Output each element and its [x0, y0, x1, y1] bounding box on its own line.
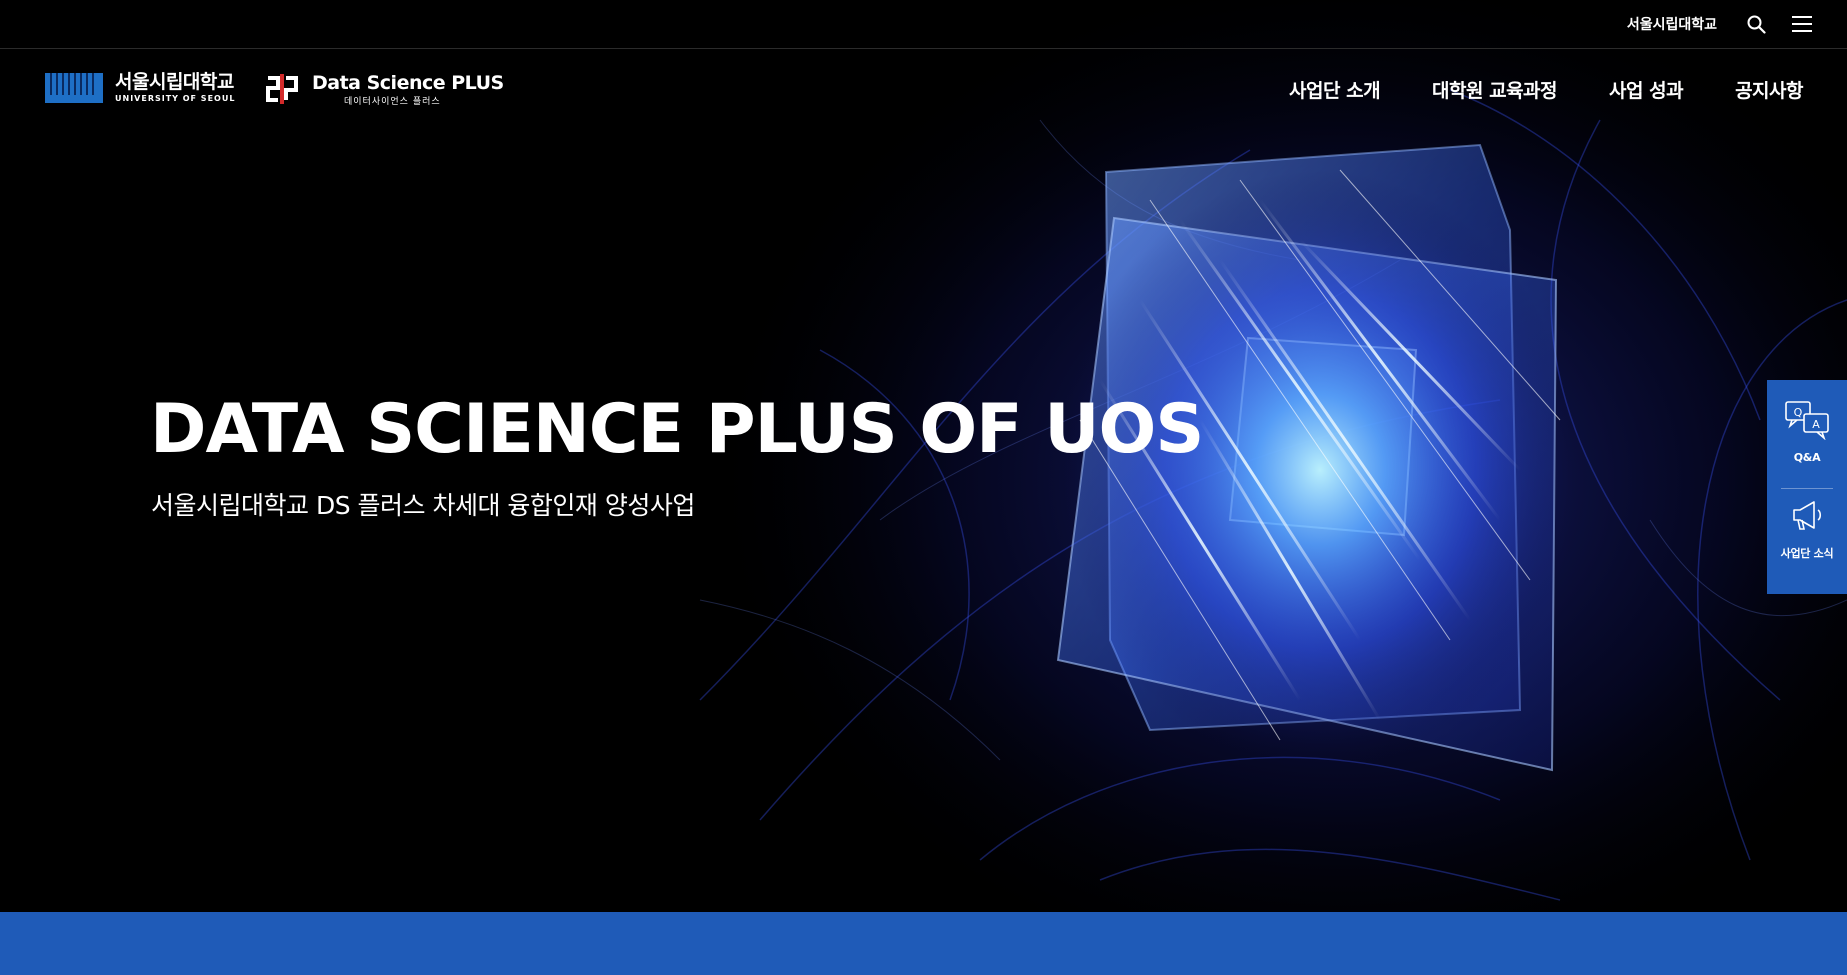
megaphone-icon	[1793, 501, 1822, 530]
utility-bar: 서울시립대학교	[0, 0, 1847, 49]
dsp-logo-text: Data Science PLUS 데이터사이언스 플러스	[312, 72, 504, 107]
svg-text:A: A	[1812, 418, 1820, 431]
svg-text:Q: Q	[1794, 406, 1803, 419]
header: 서울시립대학교 UNIVERSITY OF SEOUL Data Science…	[0, 50, 1847, 130]
university-link[interactable]: 서울시립대학교	[1627, 14, 1717, 34]
nav-item-about[interactable]: 사업단 소개	[1289, 76, 1381, 103]
bottom-section-band	[0, 912, 1847, 975]
main-nav: 사업단 소개 대학원 교육과정 사업 성과 공지사항	[1289, 76, 1803, 103]
dsp-logo-name: Data Science PLUS	[312, 71, 504, 94]
uos-emblem-icon	[45, 72, 103, 103]
quick-item-qa[interactable]: Q A Q&A	[1767, 388, 1847, 483]
dsp-emblem-icon	[266, 74, 298, 104]
hero-subtitle: 서울시립대학교 DS 플러스 차세대 융합인재 양성사업	[151, 491, 695, 520]
nav-item-curriculum[interactable]: 대학원 교육과정	[1432, 76, 1557, 103]
uos-logo-text: 서울시립대학교 UNIVERSITY OF SEOUL	[115, 72, 235, 103]
search-icon[interactable]	[1746, 14, 1766, 34]
hamburger-menu-icon[interactable]	[1791, 14, 1813, 34]
quick-label-qa: Q&A	[1793, 451, 1821, 464]
dsp-logo[interactable]: Data Science PLUS 데이터사이언스 플러스	[264, 70, 504, 108]
quick-label-news: 사업단 소식	[1780, 547, 1834, 560]
qa-chat-icon: Q A	[1785, 401, 1829, 440]
hero-title: DATA SCIENCE PLUS OF UOS	[150, 390, 1204, 469]
uos-logo[interactable]: 서울시립대학교 UNIVERSITY OF SEOUL	[45, 72, 235, 103]
nav-item-notices[interactable]: 공지사항	[1735, 76, 1803, 103]
dsp-logo-sub: 데이터사이언스 플러스	[344, 96, 441, 107]
quick-panel: Q A Q&A 사업단 소식	[1767, 380, 1847, 594]
quick-item-news[interactable]: 사업단 소식	[1767, 484, 1847, 579]
uos-logo-sub: UNIVERSITY OF SEOUL	[115, 94, 236, 103]
page: 서울시립대학교 서울시립대학교 UNIVERSITY OF SEOUL Data…	[0, 0, 1847, 975]
nav-item-achievements[interactable]: 사업 성과	[1609, 76, 1684, 103]
uos-logo-name: 서울시립대학교	[115, 71, 234, 93]
